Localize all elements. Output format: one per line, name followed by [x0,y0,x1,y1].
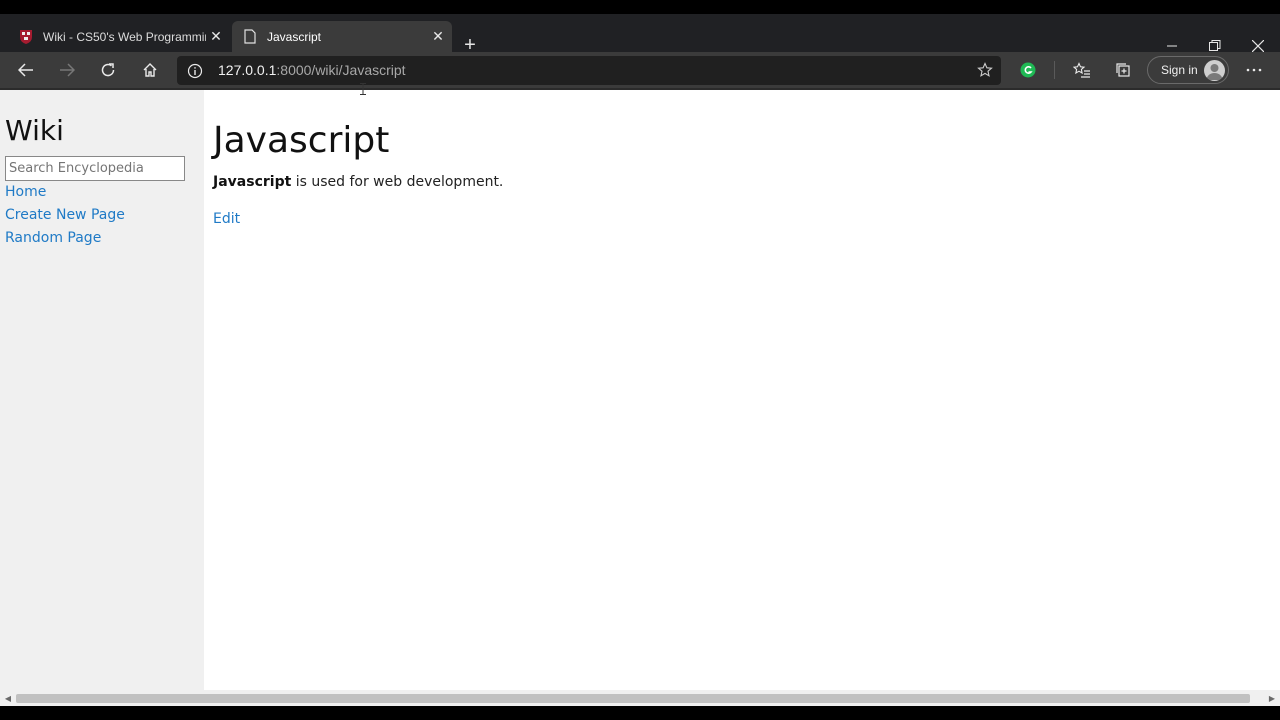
sign-in-label: Sign in [1161,63,1198,77]
forward-arrow-icon[interactable] [53,57,81,83]
create-new-page-link[interactable]: Create New Page [5,207,125,223]
scroll-left-arrow-icon[interactable]: ◀ [3,693,13,703]
crest-icon [17,28,35,46]
browser-toolbar: 127.0.0.1:8000/wiki/Javascript Sign in [0,52,1280,88]
grammarly-extension-icon[interactable] [1014,57,1042,83]
url-host: 127.0.0.1 [218,62,277,78]
avatar-icon [1204,60,1225,81]
url-text: 127.0.0.1:8000/wiki/Javascript [218,62,406,78]
entry-body-bold: Javascript [213,174,292,190]
collections-icon[interactable] [1109,57,1137,83]
page-title: Javascript [213,120,390,161]
edit-link[interactable]: Edit [213,211,240,227]
scrollbar-thumb[interactable] [16,694,1250,703]
screen-bottom-border [0,706,1280,720]
tab-title: Javascript [267,29,322,44]
refresh-icon[interactable] [94,57,122,83]
favorites-icon[interactable] [1068,57,1096,83]
tab-strip: Wiki - CS50's Web Programming ✕ Javascri… [0,14,1280,56]
sign-in-button[interactable]: Sign in [1147,56,1229,84]
screen-top-border [0,0,1280,14]
page-content: Wiki Home Create New Page Random Page Ja… [0,88,1280,692]
back-arrow-icon[interactable] [12,57,40,83]
home-link[interactable]: Home [5,184,46,200]
random-page-link[interactable]: Random Page [5,230,101,246]
site-title: Wiki [5,114,64,147]
tab-javascript[interactable]: Javascript ✕ [232,21,452,52]
entry-body-text: is used for web development. [291,174,504,190]
address-bar[interactable]: 127.0.0.1:8000/wiki/Javascript [177,56,1001,85]
more-options-icon[interactable] [1240,57,1268,83]
entry-body: Javascript is used for web development. [213,174,503,190]
horizontal-scrollbar[interactable]: ◀ ▶ [0,690,1280,706]
tab-title: Wiki - CS50's Web Programming [43,29,206,44]
url-path: :8000/wiki/Javascript [276,62,406,78]
text-cursor-icon [360,82,366,95]
page-icon [241,28,259,46]
close-tab-icon[interactable]: ✕ [206,27,226,47]
info-icon[interactable] [187,63,203,79]
toolbar-separator [1054,61,1055,79]
home-icon[interactable] [136,57,164,83]
tab-wiki-cs50[interactable]: Wiki - CS50's Web Programming ✕ [8,21,230,52]
sidebar: Wiki Home Create New Page Random Page [0,90,204,692]
close-tab-icon[interactable]: ✕ [428,27,448,47]
scroll-right-arrow-icon[interactable]: ▶ [1267,693,1277,703]
favorite-star-icon[interactable] [977,62,993,83]
search-input[interactable] [5,156,185,181]
